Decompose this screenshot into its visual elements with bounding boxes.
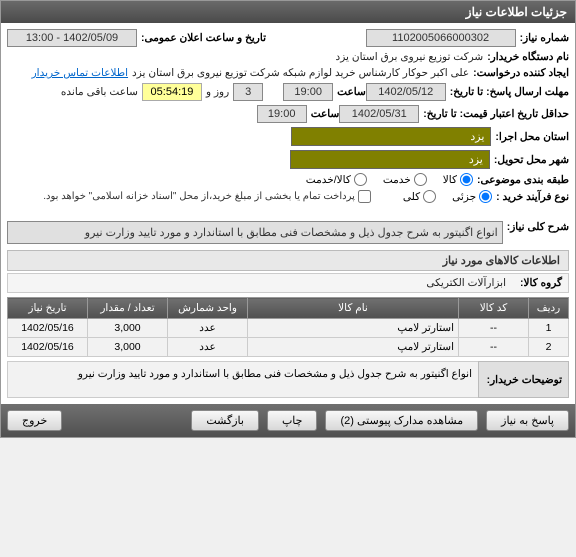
row-summary: شرح کلی نیاز: انواع اگنیتور به شرح جدول … — [7, 221, 569, 244]
cell-name: استارتر لامپ — [248, 319, 459, 338]
row-category: طبقه بندی موضوعی: کالا خدمت کالا/خدمت — [7, 173, 569, 186]
pt-partial-option[interactable]: جزئی — [452, 190, 492, 203]
cell-unit: عدد — [168, 319, 248, 338]
pt-partial-radio[interactable] — [479, 190, 492, 203]
need-no-field: 1102005066000302 — [366, 29, 516, 47]
announce-field: 1402/05/09 - 13:00 — [7, 29, 137, 47]
contact-link[interactable]: اطلاعات تماس خریدار — [32, 67, 128, 79]
panel-title: جزئیات اطلاعات نیاز — [1, 1, 575, 23]
reply-button[interactable]: پاسخ به نیاز — [486, 410, 569, 431]
cell-code: -- — [459, 319, 529, 338]
cell-row: 1 — [529, 319, 569, 338]
validity-time-label: ساعت — [311, 108, 340, 120]
goods-group-row: گروه کالا: ابزارآلات الکتریکی — [7, 273, 569, 293]
row-requester: ایجاد کننده درخواست: علی اکبر حوکار کارش… — [7, 67, 569, 79]
print-button[interactable]: چاپ — [267, 410, 318, 431]
th-name: نام کالا — [248, 298, 459, 319]
category-radio-group: کالا خدمت کالا/خدمت — [294, 173, 473, 186]
cell-row: 2 — [529, 338, 569, 357]
back-button[interactable]: بازگشت — [191, 410, 259, 431]
buyer-org-label: نام دستگاه خریدار: — [487, 51, 569, 63]
table-row: 1 -- استارتر لامپ عدد 3,000 1402/05/16 — [8, 319, 569, 338]
summary-field: انواع اگنیتور به شرح جدول ذیل و مشخصات ف… — [7, 221, 503, 244]
pt-total-radio[interactable] — [423, 190, 436, 203]
row-exec-province: استان محل اجرا: یزد — [7, 127, 569, 146]
requester-value: علی اکبر حوکار کارشناس خرید لوازم شبکه ش… — [132, 67, 469, 79]
exec-province: یزد — [291, 127, 491, 146]
cell-name: استارتر لامپ — [248, 338, 459, 357]
buyer-desc-row: توضیحات خریدار: انواع اگنیتور به شرح جدو… — [8, 362, 569, 398]
th-qty: تعداد / مقدار — [88, 298, 168, 319]
th-date: تاریخ نیاز — [8, 298, 88, 319]
attachments-button[interactable]: مشاهده مدارک پیوستی (2) — [325, 410, 478, 431]
goods-table: ردیف کد کالا نام کالا واحد شمارش تعداد /… — [7, 297, 569, 357]
buyer-desc-value: انواع اگنیتور به شرح جدول ذیل و مشخصات ف… — [8, 362, 479, 398]
exit-button[interactable]: خروج — [7, 410, 62, 431]
exec-province-label: استان محل اجرا: — [495, 131, 569, 143]
cat-goods-radio[interactable] — [460, 173, 473, 186]
cell-date: 1402/05/16 — [8, 319, 88, 338]
panel-body: شماره نیاز: 1102005066000302 تاریخ و ساع… — [1, 23, 575, 404]
cell-unit: عدد — [168, 338, 248, 357]
deadline-time-label: ساعت — [337, 86, 366, 98]
remaining-days: 3 — [233, 83, 263, 101]
payment-note: پرداخت تمام یا بخشی از مبلغ خرید،از محل … — [43, 191, 355, 202]
summary-label: شرح کلی نیاز: — [507, 221, 569, 233]
remaining-suffix: ساعت باقی مانده — [61, 86, 138, 98]
deadline-date: 1402/05/12 — [366, 83, 446, 101]
cat-goods-service-option[interactable]: کالا/خدمت — [306, 173, 367, 186]
row-need-no: شماره نیاز: 1102005066000302 تاریخ و ساع… — [7, 29, 569, 47]
table-row: 2 -- استارتر لامپ عدد 3,000 1402/05/16 — [8, 338, 569, 357]
purchase-type-label: نوع فرآیند خرید : — [496, 191, 569, 203]
cat-goods-label: کالا — [443, 174, 457, 186]
row-buyer-org: نام دستگاه خریدار: شرکت توزیع نیروی برق … — [7, 51, 569, 63]
cat-goods-service-label: کالا/خدمت — [306, 174, 351, 186]
requester-label: ایجاد کننده درخواست: — [473, 67, 569, 79]
cat-service-radio[interactable] — [414, 173, 427, 186]
th-row: ردیف — [529, 298, 569, 319]
deadline-label: مهلت ارسال پاسخ: تا تاریخ: — [450, 86, 569, 98]
cat-service-label: خدمت — [383, 174, 411, 186]
cell-date: 1402/05/16 — [8, 338, 88, 357]
cell-qty: 3,000 — [88, 319, 168, 338]
deadline-time: 19:00 — [283, 83, 333, 101]
cat-service-option[interactable]: خدمت — [383, 173, 427, 186]
validity-date: 1402/05/31 — [339, 105, 419, 123]
validity-label: حداقل تاریخ اعتبار قیمت: تا تاریخ: — [423, 108, 569, 120]
row-validity: حداقل تاریخ اعتبار قیمت: تا تاریخ: 1402/… — [7, 105, 569, 123]
row-delivery-city: شهر محل تحویل: یزد — [7, 150, 569, 169]
pt-total-label: کلی — [403, 191, 420, 203]
row-deadline: مهلت ارسال پاسخ: تا تاریخ: 1402/05/12 سا… — [7, 83, 569, 101]
pt-total-option[interactable]: کلی — [403, 190, 436, 203]
payment-note-option[interactable]: پرداخت تمام یا بخشی از مبلغ خرید،از محل … — [43, 190, 371, 203]
category-label: طبقه بندی موضوعی: — [477, 174, 569, 186]
payment-checkbox[interactable] — [358, 190, 371, 203]
th-code: کد کالا — [459, 298, 529, 319]
buyer-desc-table: توضیحات خریدار: انواع اگنیتور به شرح جدو… — [7, 361, 569, 398]
goods-group-label: گروه کالا: — [520, 277, 562, 289]
need-no-label: شماره نیاز: — [520, 32, 569, 44]
button-bar: پاسخ به نیاز مشاهده مدارک پیوستی (2) چاپ… — [1, 404, 575, 437]
delivery-city-label: شهر محل تحویل: — [494, 154, 569, 166]
cell-code: -- — [459, 338, 529, 357]
remaining-days-label: روز و — [206, 86, 229, 98]
delivery-city: یزد — [290, 150, 490, 169]
row-purchase-type: نوع فرآیند خرید : جزئی کلی پرداخت تمام ی… — [7, 190, 569, 203]
table-header-row: ردیف کد کالا نام کالا واحد شمارش تعداد /… — [8, 298, 569, 319]
buyer-org-value: شرکت توزیع نیروی برق استان یزد — [336, 51, 484, 63]
goods-group-value: ابزارآلات الکتریکی — [426, 277, 506, 289]
goods-section-title: اطلاعات کالاهای مورد نیاز — [7, 250, 569, 271]
main-panel: جزئیات اطلاعات نیاز شماره نیاز: 11020050… — [0, 0, 576, 438]
buyer-desc-label: توضیحات خریدار: — [479, 362, 569, 398]
th-unit: واحد شمارش — [168, 298, 248, 319]
pt-partial-label: جزئی — [452, 191, 476, 203]
cat-goods-service-radio[interactable] — [354, 173, 367, 186]
announce-label: تاریخ و ساعت اعلان عمومی: — [141, 32, 266, 44]
cell-qty: 3,000 — [88, 338, 168, 357]
cat-goods-option[interactable]: کالا — [443, 173, 473, 186]
purchase-type-group: جزئی کلی — [391, 190, 492, 203]
validity-time: 19:00 — [257, 105, 307, 123]
remaining-time: 05:54:19 — [142, 83, 202, 101]
